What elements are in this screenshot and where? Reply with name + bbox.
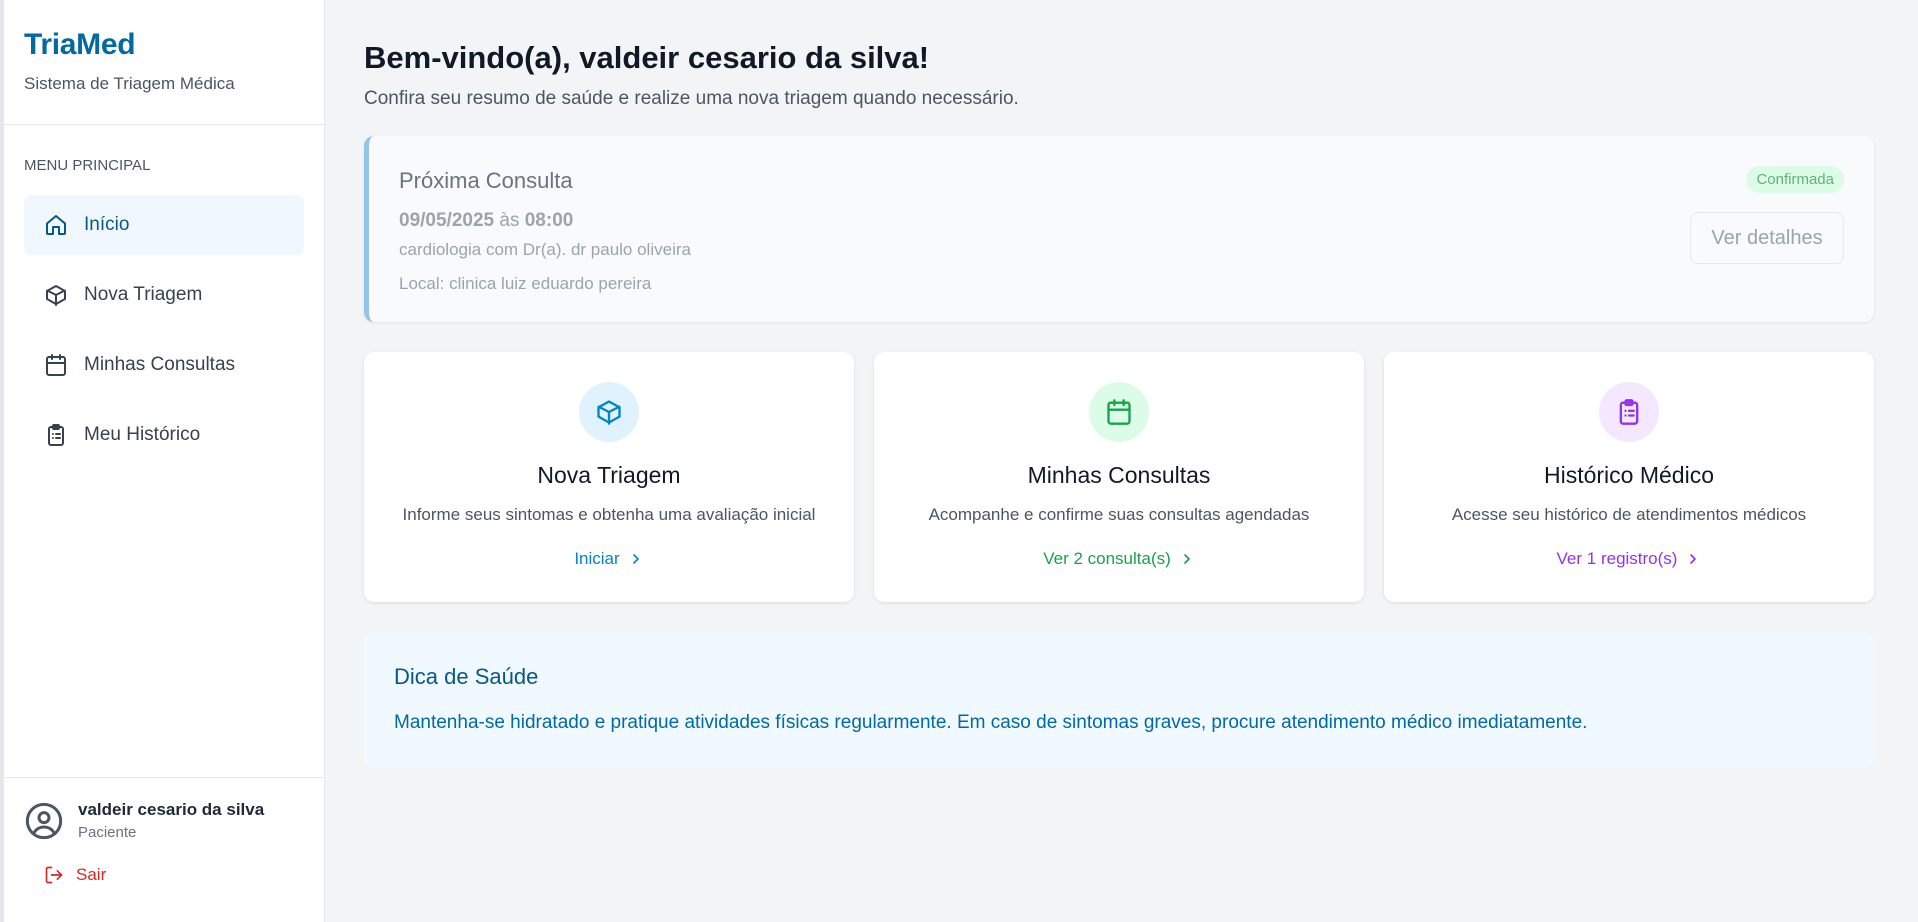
- card-description: Acesse seu histórico de atendimentos méd…: [1451, 505, 1807, 524]
- clipboard-list-icon: [44, 423, 68, 447]
- app-logo-title[interactable]: TriaMed: [24, 28, 304, 62]
- chevron-right-icon: [1690, 554, 1697, 564]
- start-triage-link[interactable]: Iniciar: [574, 549, 643, 569]
- cube-icon: [579, 382, 639, 442]
- sidebar-item-inicio[interactable]: Início: [24, 195, 304, 255]
- next-appointment-datetime: 09/05/2025 às 08:00: [399, 210, 1844, 232]
- chevron-right-icon: [1183, 554, 1190, 564]
- sidebar-item-minhas-consultas[interactable]: Minhas Consultas: [24, 335, 304, 395]
- cube-icon: [44, 283, 68, 307]
- health-tip-text: Mantenha-se hidratado e pratique ativida…: [394, 712, 1588, 733]
- next-appointment-title: Próxima Consulta: [399, 168, 573, 193]
- main-menu: Início Nova Triagem Minhas Consultas Meu…: [4, 195, 324, 465]
- sidebar-footer: valdeir cesario da silva Paciente Sair: [4, 777, 324, 922]
- chevron-right-icon: [632, 554, 639, 564]
- card-nova-triagem[interactable]: Nova Triagem Informe seus sintomas e obt…: [364, 352, 854, 602]
- health-tip: Dica de Saúde Mantenha-se hidratado e pr…: [364, 632, 1874, 768]
- sidebar: TriaMed Sistema de Triagem Médica MENU P…: [0, 0, 325, 922]
- calendar-icon: [1089, 382, 1149, 442]
- view-appointments-link[interactable]: Ver 2 consulta(s): [1043, 549, 1195, 569]
- view-details-button[interactable]: Ver detalhes: [1690, 212, 1844, 264]
- page-subtitle: Confira seu resumo de saúde e realize um…: [364, 88, 1019, 109]
- card-description: Acompanhe e confirme suas consultas agen…: [928, 505, 1310, 524]
- home-icon: [44, 213, 68, 237]
- card-title: Histórico Médico: [1544, 462, 1714, 488]
- card-link-label: Ver 1 registro(s): [1556, 549, 1678, 568]
- card-title: Nova Triagem: [537, 462, 681, 488]
- main-content: Bem-vindo(a), valdeir cesario da silva! …: [364, 0, 1874, 768]
- page-title: Bem-vindo(a), valdeir cesario da silva!: [364, 40, 930, 75]
- appointment-location: Local: clinica luiz eduardo pereira: [399, 274, 652, 293]
- user-role: Paciente: [78, 824, 137, 841]
- sidebar-item-nova-triagem[interactable]: Nova Triagem: [24, 265, 304, 325]
- card-link-label: Iniciar: [574, 549, 620, 568]
- status-badge: Confirmada: [1746, 166, 1844, 193]
- sidebar-item-label: Minhas Consultas: [84, 354, 236, 375]
- next-appointment-card: Próxima Consulta 09/05/2025 às 08:00 car…: [364, 136, 1874, 322]
- logout-button[interactable]: Sair: [44, 865, 304, 885]
- user-circle-icon: [24, 801, 64, 841]
- logout-icon: [45, 866, 63, 884]
- appointment-time: 08:00: [524, 210, 574, 231]
- appointment-specialty: cardiologia com Dr(a). dr paulo oliveira: [399, 240, 691, 259]
- card-link-label: Ver 2 consulta(s): [1043, 549, 1171, 568]
- quick-actions: Nova Triagem Informe seus sintomas e obt…: [364, 352, 1874, 602]
- brand: TriaMed Sistema de Triagem Médica: [4, 0, 324, 125]
- app-subtitle: Sistema de Triagem Médica: [24, 74, 235, 93]
- logout-label: Sair: [76, 865, 107, 884]
- appointment-at: às: [499, 210, 520, 231]
- card-title: Minhas Consultas: [1027, 462, 1211, 488]
- sidebar-item-label: Meu Histórico: [84, 424, 201, 445]
- card-historico-medico[interactable]: Histórico Médico Acesse seu histórico de…: [1384, 352, 1874, 602]
- health-tip-title: Dica de Saúde: [394, 664, 539, 689]
- view-records-link[interactable]: Ver 1 registro(s): [1557, 549, 1702, 569]
- user-profile: valdeir cesario da silva Paciente: [24, 800, 304, 841]
- card-description: Informe seus sintomas e obtenha uma aval…: [402, 505, 816, 524]
- sidebar-item-label: Início: [84, 214, 130, 235]
- sidebar-item-meu-historico[interactable]: Meu Histórico: [24, 405, 304, 465]
- sidebar-item-label: Nova Triagem: [84, 284, 203, 305]
- calendar-icon: [44, 353, 68, 377]
- card-minhas-consultas[interactable]: Minhas Consultas Acompanhe e confirme su…: [874, 352, 1364, 602]
- menu-heading: MENU PRINCIPAL: [24, 157, 151, 174]
- user-name: valdeir cesario da silva: [78, 800, 265, 819]
- clipboard-list-icon: [1599, 382, 1659, 442]
- appointment-date: 09/05/2025: [399, 210, 495, 231]
